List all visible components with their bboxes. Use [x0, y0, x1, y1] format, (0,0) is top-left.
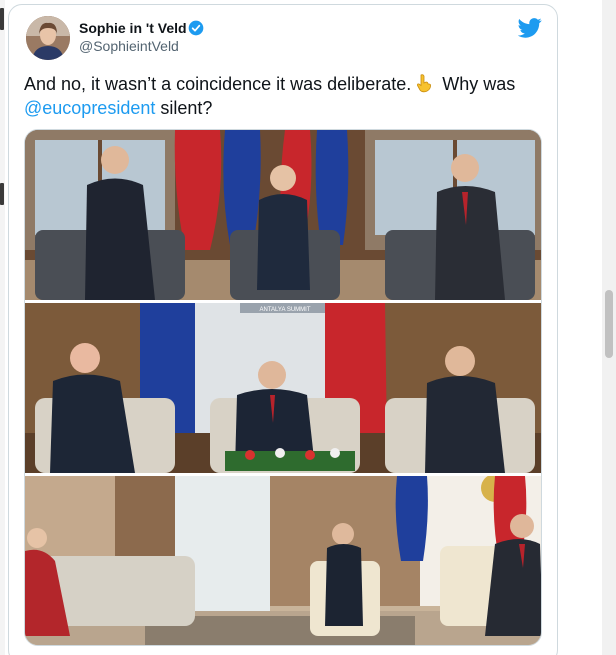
verified-badge-icon [188, 20, 204, 36]
tweet-text-part: Why was [437, 74, 516, 94]
media-grid[interactable]: ANTALYA SUMMIT [24, 129, 542, 646]
photo-3[interactable] [25, 476, 541, 645]
tweet-text-part: silent? [155, 98, 213, 118]
user-handle[interactable]: @SophieintVeld [79, 38, 179, 54]
avatar[interactable] [26, 16, 70, 60]
user-name[interactable]: Sophie in 't Veld [79, 20, 187, 36]
mention-link[interactable]: @eucopresident [24, 98, 155, 118]
meeting-photo-icon [25, 130, 541, 300]
left-edge [0, 0, 5, 655]
twitter-logo-icon[interactable] [518, 18, 542, 38]
edge-mark [0, 8, 4, 30]
page-scrollbar[interactable] [602, 0, 616, 655]
scrollbar-thumb[interactable] [605, 290, 613, 358]
pointing-down-hand-icon [417, 74, 432, 93]
summit-sign: ANTALYA SUMMIT [259, 307, 310, 313]
tweet-text: And no, it wasn’t a coincidence it was d… [24, 72, 544, 120]
meeting-photo-icon [25, 476, 541, 645]
photo-2[interactable]: ANTALYA SUMMIT [25, 303, 541, 473]
photo-1[interactable] [25, 130, 541, 300]
edge-mark [0, 183, 4, 205]
tweet-text-part: And no, it wasn’t a coincidence it was d… [24, 74, 412, 94]
meeting-photo-icon: ANTALYA SUMMIT [25, 303, 541, 473]
